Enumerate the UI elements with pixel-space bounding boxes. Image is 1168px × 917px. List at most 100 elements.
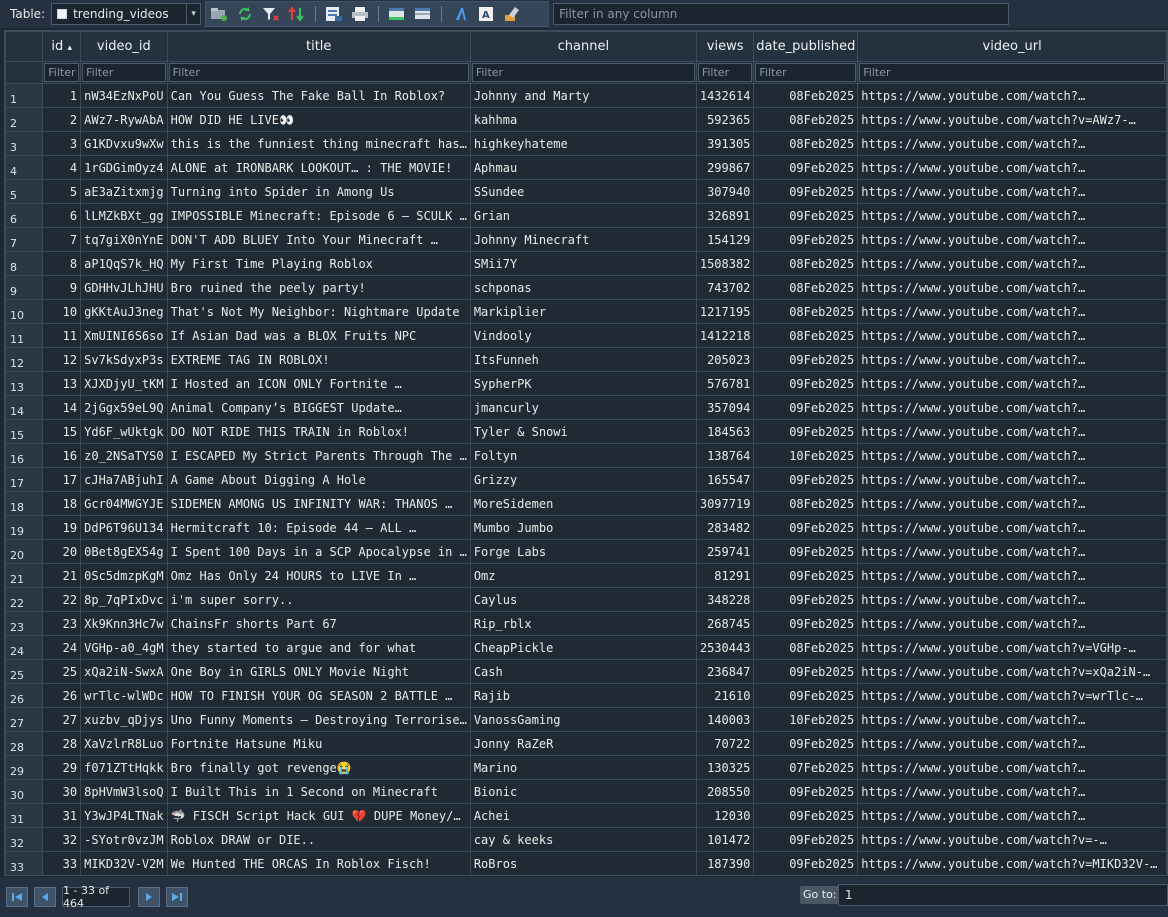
cell-video-url[interactable]: https://www.youtube.com/watch?… [857,83,1167,108]
cell-title[interactable]: DON'T ADD BLUEY Into Your Minecraft … [166,227,471,252]
cell-date-published[interactable]: 09Feb2025 [753,683,859,708]
cell-channel[interactable]: Markiplier [469,299,697,324]
cell-views[interactable]: 1412218 [695,323,755,348]
row-number[interactable]: 1 [5,83,44,108]
cell-date-published[interactable]: 09Feb2025 [753,203,859,228]
table-row[interactable]: 16 16 z0_2NSaTYS0 I ESCAPED My Strict Paren… [5,443,1167,468]
cell-id[interactable]: 33 [42,851,82,875]
cell-id[interactable]: 6 [42,203,82,228]
row-number[interactable]: 18 [5,491,44,516]
cell-video-id[interactable]: Xk9Knn3Hc7w [80,611,168,636]
cell-video-url[interactable]: https://www.youtube.com/watch?… [857,539,1167,564]
cell-id[interactable]: 32 [42,827,82,852]
cell-views[interactable]: 184563 [695,419,755,444]
highlight-icon[interactable] [501,4,523,24]
cell-video-url[interactable]: https://www.youtube.com/watch?… [857,779,1167,804]
cell-date-published[interactable]: 09Feb2025 [753,467,859,492]
column-header-video-id[interactable]: video_id [80,31,168,62]
cell-video-url[interactable]: https://www.youtube.com/watch?… [857,347,1167,372]
cell-views[interactable]: 307940 [695,179,755,204]
cell-channel[interactable]: Cash [469,659,697,684]
cell-video-id[interactable]: xQa2iN-SwxA [80,659,168,684]
cell-video-url[interactable]: https://www.youtube.com/watch?… [857,203,1167,228]
cell-id[interactable]: 7 [42,227,82,252]
cell-video-id[interactable]: wrTlc-wlWDc [80,683,168,708]
cell-video-id[interactable]: XmUINI6S6so [80,323,168,348]
cell-video-url[interactable]: https://www.youtube.com/watch?… [857,755,1167,780]
row-number[interactable]: 28 [5,731,44,756]
cell-video-url[interactable]: https://www.youtube.com/watch?… [857,491,1167,516]
cell-views[interactable]: 205023 [695,347,755,372]
cell-video-url[interactable]: https://www.youtube.com/watch?… [857,155,1167,180]
cell-title[interactable]: We Hunted THE ORCAS In Roblox Fisch! [166,851,471,875]
cell-id[interactable]: 26 [42,683,82,708]
cell-channel[interactable]: Jonny RaZeR [469,731,697,756]
cell-id[interactable]: 13 [42,371,82,396]
cell-video-id[interactable]: -SYotr0vzJM [80,827,168,852]
table-row[interactable]: 6 6 lLMZkBXt_gg IMPOSSIBLE Minecraft: Episo… [5,203,1167,228]
filter-input-title[interactable]: Filter [168,63,469,82]
cell-views[interactable]: 208550 [695,779,755,804]
cell-views[interactable]: 130325 [695,755,755,780]
row-number[interactable]: 5 [5,179,44,204]
cell-views[interactable]: 154129 [695,227,755,252]
row-number[interactable]: 21 [5,563,44,588]
row-number[interactable]: 4 [5,155,44,180]
table-row[interactable]: 8 8 aP1QqS7k_HQ My First Time Playing Roblo… [5,251,1167,276]
cell-id[interactable]: 19 [42,515,82,540]
cell-date-published[interactable]: 09Feb2025 [753,539,859,564]
cell-date-published[interactable]: 09Feb2025 [753,563,859,588]
column-header-title[interactable]: title [166,31,471,62]
cell-video-id[interactable]: aE3aZitxmjg [80,179,168,204]
cell-title[interactable]: Fortnite Hatsune Miku [166,731,471,756]
cell-channel[interactable]: Tyler & Snowi [469,419,697,444]
cell-id[interactable]: 2 [42,107,82,132]
cell-date-published[interactable]: 09Feb2025 [753,347,859,372]
cell-date-published[interactable]: 08Feb2025 [753,107,859,132]
cell-views[interactable]: 357094 [695,395,755,420]
goto-page-input[interactable]: 1 [838,884,1168,906]
cell-title[interactable]: IMPOSSIBLE Minecraft: Episode 6 – SCULK … [166,203,471,228]
cell-channel[interactable]: Marino [469,755,697,780]
row-number[interactable]: 27 [5,707,44,732]
filter-input-id[interactable]: Filter [44,63,80,82]
cell-id[interactable]: 11 [42,323,82,348]
cell-title[interactable]: HOW DID HE LIVE👀 [166,107,471,132]
cell-title[interactable]: I Built This in 1 Second on Minecraft [166,779,471,804]
cell-title[interactable]: Roblox DRAW or DIE.. [166,827,471,852]
cell-views[interactable]: 187390 [695,851,755,875]
table-row[interactable]: 33 33 MIKD32V-V2M We Hunted THE ORCAS In Ro… [5,851,1167,875]
cell-channel[interactable]: SMii7Y [469,251,697,276]
cell-views[interactable]: 2530443 [695,635,755,660]
table-row[interactable]: 14 14 2jGgx59eL9Q Animal Company’s BIGGEST … [5,395,1167,420]
cell-views[interactable]: 1432614 [695,83,755,108]
cell-channel[interactable]: MoreSidemen [469,491,697,516]
table-row[interactable]: 1 1 nW34EzNxPoU Can You Guess The Fake Ball… [5,83,1167,108]
cell-date-published[interactable]: 09Feb2025 [753,827,859,852]
cell-video-url[interactable]: https://www.youtube.com/watch?… [857,323,1167,348]
clear-filters-icon[interactable] [260,4,282,24]
cell-video-url[interactable]: https://www.youtube.com/watch?… [857,515,1167,540]
cell-video-id[interactable]: cJHa7ABjuhI [80,467,168,492]
table-row[interactable]: 15 15 Yd6F_wUktgk DO NOT RIDE THIS TRAIN in… [5,419,1167,444]
cell-video-url[interactable]: https://www.youtube.com/watch?v=AWz7-… [857,107,1167,132]
cell-video-id[interactable]: MIKD32V-V2M [80,851,168,875]
cell-date-published[interactable]: 09Feb2025 [753,731,859,756]
cell-channel[interactable]: Bionic [469,779,697,804]
last-page-button[interactable] [166,887,188,907]
table-row[interactable]: 21 21 0Sc5dmzpKgM Omz Has Only 24 HOURS to … [5,563,1167,588]
row-number[interactable]: 31 [5,803,44,828]
cell-title[interactable]: i'm super sorry.. [166,587,471,612]
cell-id[interactable]: 4 [42,155,82,180]
cell-video-id[interactable]: 1rGDGimOyz4 [80,155,168,180]
table-row[interactable]: 27 27 xuzbv_qDjys Uno Funny Moments – Destr… [5,707,1167,732]
cell-channel[interactable]: ItsFunneh [469,347,697,372]
filter-input-video-id[interactable]: Filter [82,63,166,82]
cell-video-id[interactable]: f071ZTtHqkk [80,755,168,780]
cell-video-id[interactable]: DdP6T96U134 [80,515,168,540]
cell-date-published[interactable]: 08Feb2025 [753,635,859,660]
row-number[interactable]: 20 [5,539,44,564]
refresh-icon[interactable] [234,4,256,24]
cell-video-url[interactable]: https://www.youtube.com/watch?v=MIKD32V-… [857,851,1167,875]
cell-views[interactable]: 391305 [695,131,755,156]
